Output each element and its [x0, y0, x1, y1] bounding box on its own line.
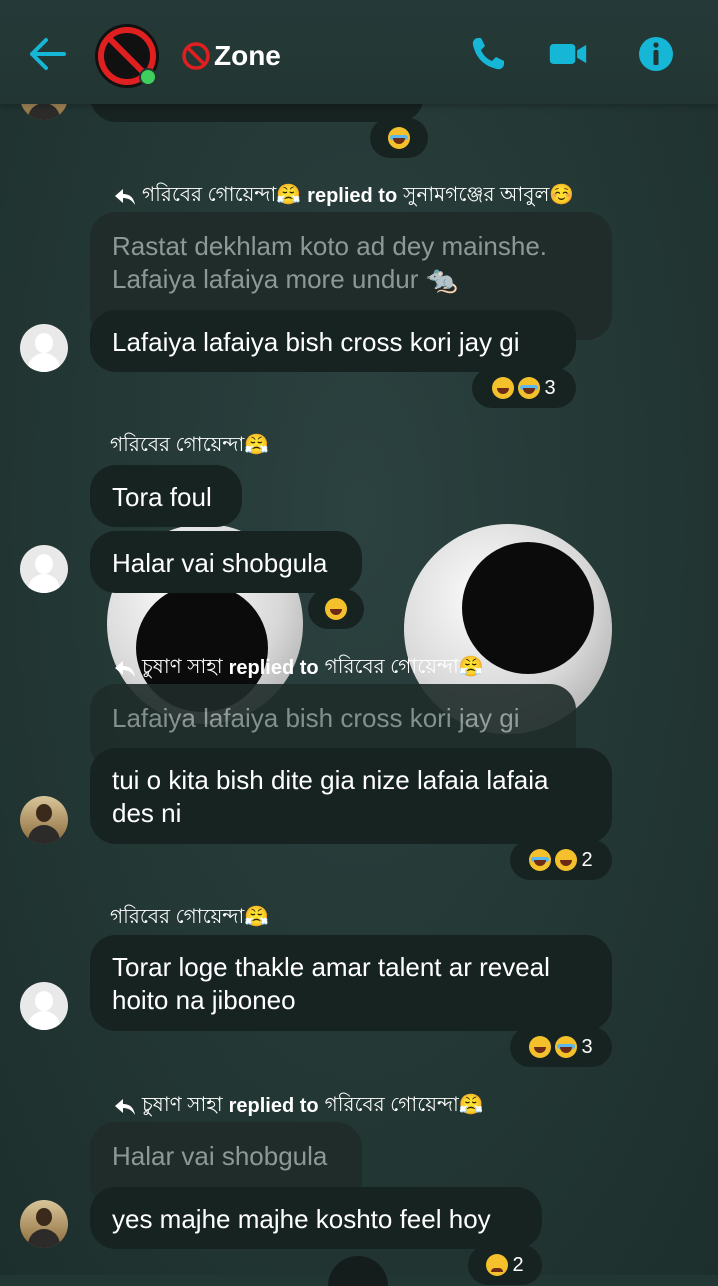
reply-word: replied to — [307, 185, 398, 207]
chat-title[interactable]: Zone — [180, 38, 281, 74]
message-bubble[interactable]: tui o kita bish dite gia nize lafaia laf… — [90, 748, 612, 844]
chat-header: Zone — [0, 0, 718, 104]
reply-indicator: চুষাণ সাহা replied to গরিবের গোয়েন্দা😤 — [114, 1090, 484, 1123]
reply-arrow-icon — [115, 188, 135, 205]
sender-name: গরিবের গোয়েন্দা😤 — [110, 906, 270, 928]
reply-target: সুনামগঞ্জের আবুল☺️ — [403, 184, 575, 206]
video-camera-icon[interactable] — [548, 34, 588, 74]
reaction-pill[interactable] — [308, 589, 364, 629]
laughing-icon — [325, 598, 347, 620]
tears-of-joy-icon — [555, 1036, 578, 1058]
laughing-icon — [555, 849, 578, 871]
avatar-default[interactable] — [20, 545, 68, 593]
reaction-count: 3 — [544, 376, 556, 399]
reply-arrow-icon — [115, 1098, 135, 1115]
reply-arrow-icon — [115, 660, 135, 677]
reaction-count: 2 — [512, 1253, 524, 1276]
avatar-photo[interactable] — [20, 796, 68, 844]
reaction-count: 2 — [581, 848, 593, 871]
prohibited-icon — [182, 42, 210, 70]
reply-word: replied to — [228, 657, 319, 679]
reaction-count: 3 — [581, 1035, 593, 1058]
reaction-pill[interactable]: 3 — [510, 1027, 612, 1067]
reaction-pill[interactable]: 2 — [468, 1245, 542, 1285]
avatar-default[interactable] — [20, 324, 68, 372]
message-bubble[interactable]: yes majhe majhe koshto feel hoy — [90, 1187, 542, 1249]
tears-of-joy-icon — [518, 377, 541, 399]
message-bubble[interactable]: Halar vai shobgula — [90, 531, 362, 593]
chat-title-text: Zone — [214, 40, 281, 71]
reply-indicator: গরিবের গোয়েন্দা😤 replied to সুনামগঞ্জের… — [114, 180, 574, 213]
reply-sender: গরিবের গোয়েন্দা😤 — [142, 184, 302, 206]
reaction-pill[interactable] — [370, 118, 428, 158]
reply-indicator: চুষাণ সাহা replied to গরিবের গোয়েন্দা😤 — [114, 652, 484, 685]
reaction-pill[interactable]: 2 — [510, 840, 612, 880]
sad-face-icon — [486, 1254, 509, 1276]
message-bubble[interactable]: Lafaiya lafaiya bish cross kori jay gi — [90, 310, 576, 372]
group-avatar[interactable] — [95, 24, 159, 88]
tears-of-joy-icon — [388, 127, 410, 149]
phone-icon[interactable] — [468, 34, 508, 74]
info-icon[interactable] — [636, 34, 676, 74]
reply-sender: চুষাণ সাহা — [142, 1094, 223, 1116]
laughing-icon — [529, 1036, 552, 1058]
tears-of-joy-icon — [529, 849, 552, 871]
reply-target: গরিবের গোয়েন্দা😤 — [324, 656, 484, 678]
reply-target: গরিবের গোয়েন্দা😤 — [324, 1094, 484, 1116]
avatar-photo[interactable] — [20, 1200, 68, 1248]
message-bubble[interactable]: Torar loge thakle amar talent ar reveal … — [90, 935, 612, 1031]
laughing-icon — [492, 377, 515, 399]
sender-name: গরিবের গোয়েন্দা😤 — [110, 434, 270, 456]
reply-word: replied to — [228, 1095, 319, 1117]
reaction-pill[interactable]: 3 — [472, 368, 576, 408]
avatar-default[interactable] — [20, 982, 68, 1030]
reply-sender: চুষাণ সাহা — [142, 656, 223, 678]
back-arrow-icon[interactable] — [28, 36, 68, 72]
message-bubble[interactable]: Tora foul — [90, 465, 242, 527]
online-indicator — [139, 68, 157, 86]
